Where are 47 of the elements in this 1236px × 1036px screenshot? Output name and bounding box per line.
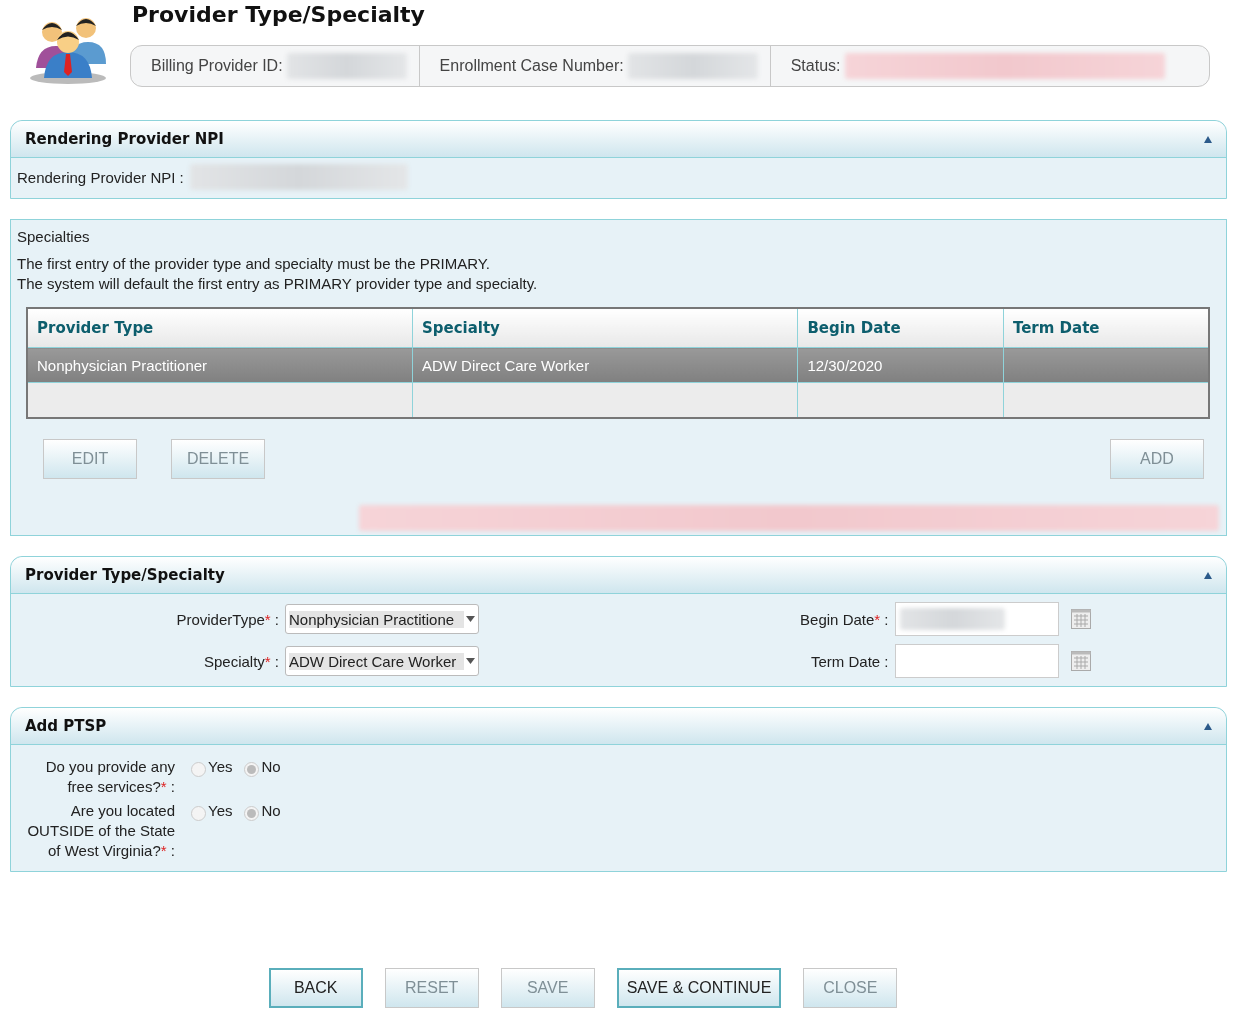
radio-label: No [261, 801, 281, 821]
question-label: Do you provide any free services?* : [44, 757, 175, 797]
action-button[interactable]: SAVE & CONTINUE [616, 968, 782, 1008]
table-row[interactable] [27, 382, 1209, 418]
collapse-icon[interactable] [1204, 135, 1212, 143]
radio-button[interactable] [191, 761, 206, 777]
radio-label: Yes [208, 801, 233, 821]
dropdown-field[interactable]: Nonphysician Practitione [285, 604, 479, 634]
panel-title: Rendering Provider NPI [25, 130, 224, 148]
page-title: Provider Type/Specialty [132, 2, 426, 27]
radio-button[interactable] [244, 805, 260, 821]
dropdown-icon [466, 658, 475, 664]
table-cell: ADW Direct Care Worker [421, 356, 590, 374]
info-label: Status: [790, 57, 841, 75]
panel-title: Add PTSP [25, 717, 107, 735]
action-button[interactable]: BACK [268, 968, 363, 1008]
field-label: Specialty* : [202, 652, 279, 670]
table-cell: Nonphysician Practitioner [37, 356, 208, 374]
question-label: Are you located OUTSIDE of the State of West Virginia?* : [26, 801, 175, 861]
field-label: Rendering Provider NPI : [17, 168, 184, 186]
column-header: Term Date [1003, 308, 1209, 348]
dropdown-icon [466, 616, 475, 622]
collapse-icon[interactable] [1204, 722, 1212, 730]
field-label: ProviderType* : [175, 610, 279, 628]
table-row[interactable]: Nonphysician Practitioner ADW Direct Care Worker 12/30/2020 [27, 347, 1209, 383]
instruction-text: The first entry of the provider type and specialty must be the PRIMARY. [17, 254, 491, 273]
panel-title: Provider Type/Specialty [25, 566, 225, 584]
calendar-icon[interactable] [1070, 651, 1091, 671]
section-heading: Specialties [17, 228, 91, 245]
calendar-icon[interactable] [1070, 609, 1091, 629]
instruction-text: The system will default the first entry as PRIMARY provider type and specialty. [17, 274, 539, 293]
field-label: Begin Date* : [799, 610, 889, 628]
collapse-icon[interactable] [1204, 571, 1212, 579]
info-label: Billing Provider ID: [151, 57, 283, 75]
radio-label: No [261, 757, 281, 777]
radio-label: Yes [208, 757, 233, 777]
date-field[interactable] [894, 644, 1059, 678]
column-header: Begin Date [797, 308, 1004, 348]
column-header: Specialty [412, 308, 798, 348]
info-label: Enrollment Case Number: [439, 57, 624, 75]
column-header: Provider Type [27, 308, 413, 348]
dropdown-field[interactable]: ADW Direct Care Worker [285, 646, 479, 676]
field-label: Term Date : [809, 652, 889, 670]
table-cell: 12/30/2020 [807, 356, 883, 374]
radio-button[interactable] [244, 761, 260, 777]
date-field[interactable] [894, 602, 1059, 636]
radio-button[interactable] [191, 805, 206, 821]
